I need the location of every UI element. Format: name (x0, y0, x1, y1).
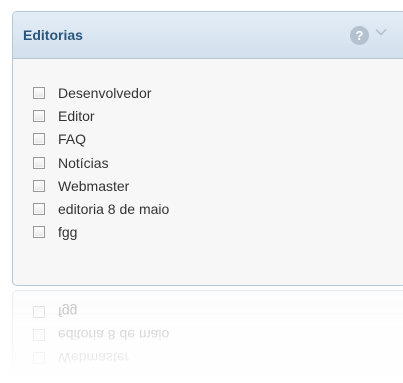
editorias-panel: Editorias ? Desenvolvedor Editor FAQ Not… (12, 11, 403, 286)
checkbox[interactable] (33, 133, 45, 146)
reflection-checkbox (33, 305, 45, 318)
reflection-list: Webmaster editoria 8 de maio fgg (33, 300, 169, 370)
list-item[interactable]: Webmaster (33, 174, 169, 197)
checkbox[interactable] (33, 226, 45, 239)
item-label: editoria 8 de maio (58, 201, 170, 218)
item-label: FAQ (58, 131, 87, 148)
panel-header: Editorias ? (13, 12, 403, 59)
item-label: Notícias (58, 154, 109, 171)
reflection-item: Webmaster (33, 347, 169, 370)
panel-title: Editorias (23, 27, 83, 43)
list-item[interactable]: Editor (33, 104, 169, 127)
checkbox[interactable] (33, 203, 45, 216)
checkbox[interactable] (33, 156, 45, 169)
checkbox[interactable] (33, 179, 45, 192)
reflection-checkbox (33, 352, 45, 365)
reflection-content: Webmaster editoria 8 de maio fgg (12, 290, 403, 383)
reflection-checkbox (33, 328, 45, 341)
reflection-label: Webmaster (58, 350, 130, 367)
item-label: Desenvolvedor (58, 84, 152, 101)
checkbox[interactable] (33, 109, 45, 122)
item-label: fgg (58, 224, 78, 241)
list-item[interactable]: editoria 8 de maio (33, 197, 169, 220)
list-item[interactable]: Notícias (33, 151, 169, 174)
reflection-item: editoria 8 de maio (33, 323, 169, 346)
item-label: Editor (58, 107, 95, 124)
reflection-label: fgg (58, 303, 78, 320)
list-item[interactable]: FAQ (33, 128, 169, 151)
reflection-label: editoria 8 de maio (58, 326, 170, 343)
panel-reflection: Webmaster editoria 8 de maio fgg (12, 290, 403, 383)
list-item[interactable]: Desenvolvedor (33, 81, 169, 104)
list-item[interactable]: fgg (33, 221, 169, 244)
editorias-list: Desenvolvedor Editor FAQ Notícias Webmas… (33, 81, 169, 244)
checkbox[interactable] (33, 86, 45, 99)
item-label: Webmaster (58, 177, 130, 194)
help-icon[interactable]: ? (350, 26, 369, 45)
reflection-item: fgg (33, 300, 169, 323)
chevron-down-icon[interactable] (375, 26, 387, 38)
